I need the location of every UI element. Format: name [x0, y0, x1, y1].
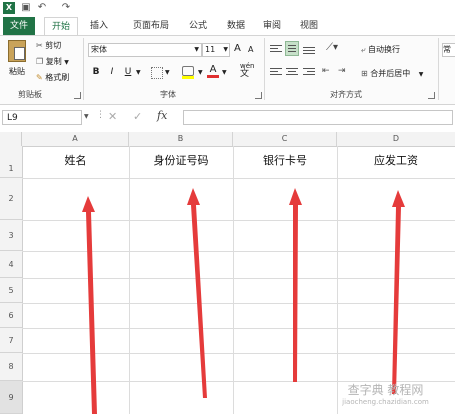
watermark-title: 查字典 教程网 [347, 383, 424, 397]
watermark-url: jiaocheng.chazidian.com [342, 398, 429, 406]
watermark: 查字典 教程网 jiaocheng.chazidian.com [318, 381, 453, 406]
arrow-up-icon [392, 190, 405, 394]
annotation-arrows [82, 188, 405, 414]
arrow-up-icon [187, 188, 207, 398]
arrow-up-icon [82, 196, 97, 414]
arrow-up-icon [289, 188, 302, 382]
